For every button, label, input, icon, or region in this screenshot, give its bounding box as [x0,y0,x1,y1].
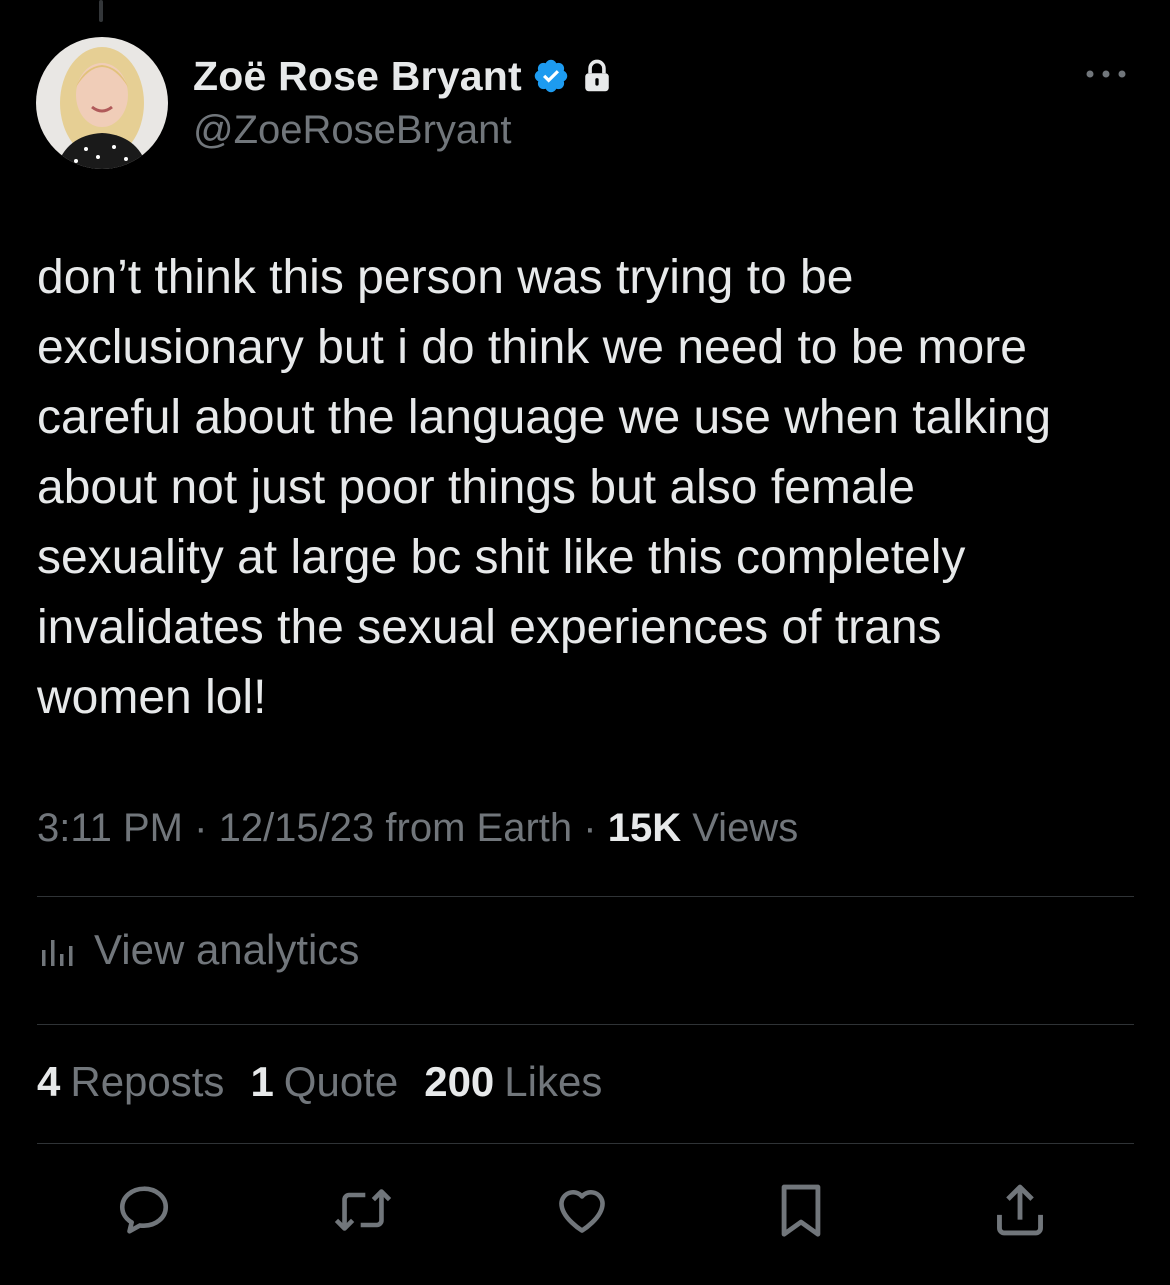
divider [37,896,1134,897]
tweet-source: from Earth [385,806,573,850]
quotes-stat[interactable]: 1 Quote [250,1058,398,1106]
reposts-label: Reposts [70,1058,225,1105]
repost-icon [334,1189,392,1231]
like-button[interactable] [552,1180,612,1240]
reposts-stat[interactable]: 4 Reposts [37,1058,224,1106]
author-block: Zoë Rose Bryant @ZoeRoseBryant [193,50,614,153]
display-name[interactable]: Zoë Rose Bryant [193,53,522,100]
share-button[interactable] [990,1180,1050,1240]
tweet-time[interactable]: 3:11 PM [37,806,183,850]
lock-icon [585,59,609,92]
reply-icon [119,1186,169,1234]
bar-chart-icon [42,940,73,966]
thread-connector-line [99,0,103,22]
quotes-label: Quote [283,1058,399,1105]
likes-stat[interactable]: 200 Likes [424,1058,602,1106]
likes-label: Likes [504,1058,603,1105]
verified-badge-icon[interactable] [532,57,570,95]
tweet-date[interactable]: 12/15/23 [219,806,375,850]
tweet-meta: 3:11 PM · 12/15/23 from Earth · 15K View… [37,806,798,851]
meta-separator: · [194,806,208,850]
user-handle[interactable]: @ZoeRoseBryant [193,108,614,153]
action-bar [0,1180,1170,1240]
tweet-text: don’t think this person was trying to be… [37,251,1052,724]
meta-separator: · [583,806,597,850]
divider [37,1024,1134,1025]
divider [37,1143,1134,1144]
more-dots-icon[interactable] [1082,62,1130,86]
likes-count: 200 [424,1058,495,1105]
share-icon [997,1184,1043,1236]
views-count: 15K [607,806,682,850]
bookmark-icon [781,1184,821,1237]
view-analytics-label: View analytics [94,926,360,973]
avatar[interactable] [36,37,168,169]
bookmark-button[interactable] [771,1180,831,1240]
reposts-count: 4 [37,1058,61,1105]
views-label: Views [692,806,799,850]
repost-button[interactable] [333,1180,393,1240]
view-analytics-link[interactable]: View analytics [40,926,359,974]
display-name-row: Zoë Rose Bryant [193,50,614,102]
engagement-stats: 4 Reposts 1 Quote 200 Likes [37,1058,628,1106]
quotes-count: 1 [250,1058,274,1105]
heart-icon [559,1189,605,1233]
reply-button[interactable] [114,1180,174,1240]
